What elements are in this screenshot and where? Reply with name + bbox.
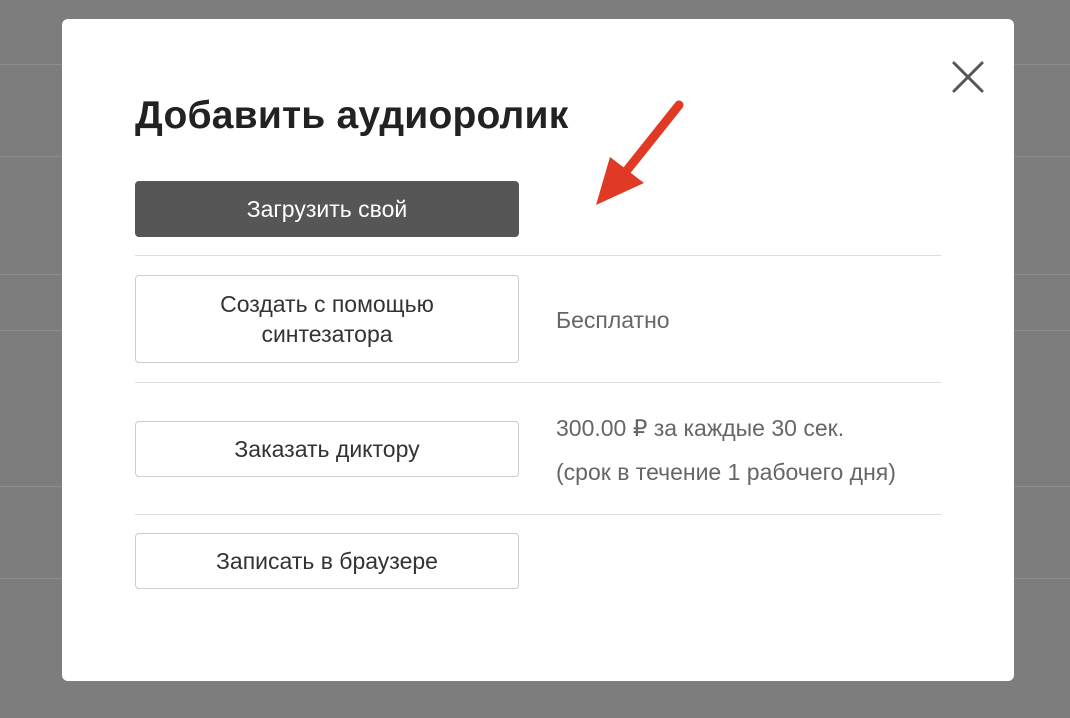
close-icon — [952, 61, 984, 93]
announcer-deadline-note: (срок в течение 1 рабочего дня) — [556, 459, 896, 485]
create-with-synthesizer-button[interactable]: Создать с помощью синтезатора — [135, 275, 519, 363]
add-audio-modal: Добавить аудиоролик Загрузить свой Созда… — [62, 19, 1014, 681]
record-in-browser-button[interactable]: Записать в браузере — [135, 533, 519, 589]
announcer-price-note: 300.00 ₽ за каждые 30 сек. — [556, 415, 845, 441]
red-arrow-annotation — [596, 100, 684, 205]
upload-own-button[interactable]: Загрузить свой — [135, 181, 519, 237]
modal-title: Добавить аудиоролик — [135, 94, 569, 137]
order-announcer-button[interactable]: Заказать диктору — [135, 421, 519, 477]
synthesizer-price-note: Бесплатно — [556, 307, 670, 333]
divider — [135, 382, 941, 383]
divider — [135, 255, 941, 256]
close-button[interactable] — [950, 59, 986, 95]
divider — [135, 514, 941, 515]
